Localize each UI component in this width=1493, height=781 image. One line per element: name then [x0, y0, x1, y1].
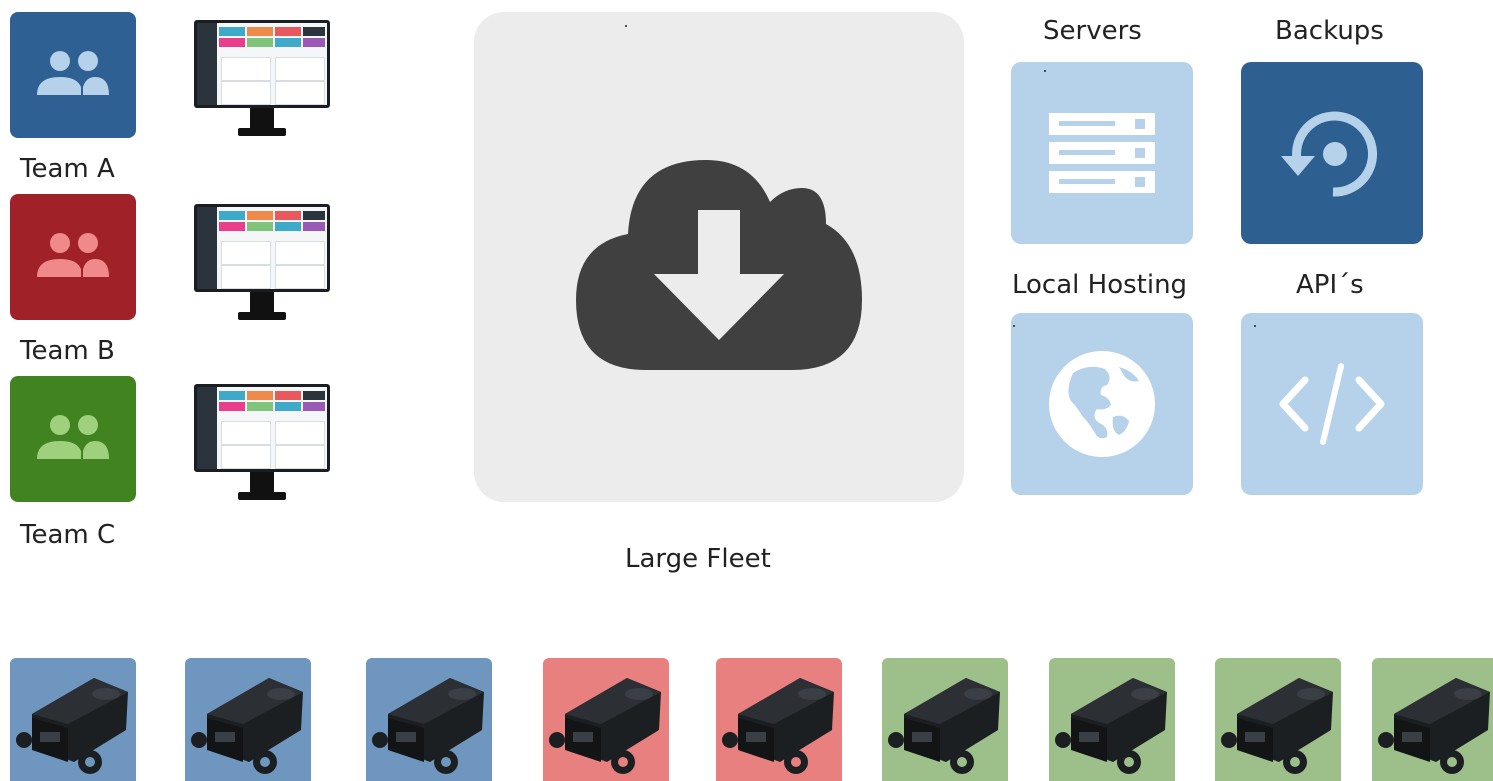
dashboard-monitor-b [194, 204, 330, 322]
group-icon [37, 233, 109, 277]
local-hosting-label: Local Hosting [1012, 270, 1188, 300]
team-c-label: Team C [20, 520, 116, 550]
server-icon [1049, 113, 1155, 193]
device-tile [366, 658, 492, 781]
tracker-device-icon [372, 678, 484, 774]
servers-label: Servers [1043, 16, 1142, 46]
dashboard-monitor-a [194, 20, 330, 138]
tracker-device-icon [16, 678, 128, 774]
backups-tile [1241, 62, 1423, 244]
group-icon [37, 415, 109, 459]
device-tile [1049, 658, 1175, 781]
team-b-label: Team B [20, 336, 115, 366]
globe-icon [1049, 351, 1155, 457]
team-a-tile [10, 12, 136, 138]
team-c-tile [10, 376, 136, 502]
device-tile [882, 658, 1008, 781]
tracker-device-icon [1055, 678, 1167, 774]
tracker-device-icon [191, 678, 303, 774]
cloud-panel [474, 12, 964, 502]
code-icon [1279, 363, 1385, 445]
tracker-device-icon [888, 678, 1000, 774]
device-tile [1372, 658, 1493, 781]
restore-icon [1281, 111, 1378, 197]
team-b-tile [10, 194, 136, 320]
tracker-device-icon [1378, 678, 1490, 774]
dashboard-monitor-c [194, 384, 330, 502]
device-tile [543, 658, 669, 781]
device-tile [1215, 658, 1341, 781]
apis-tile [1241, 313, 1423, 495]
tracker-device-icon [722, 678, 834, 774]
servers-tile [1011, 62, 1193, 244]
apis-label: API´s [1296, 270, 1364, 300]
device-tile [716, 658, 842, 781]
team-a-label: Team A [20, 154, 115, 184]
local-hosting-tile [1011, 313, 1193, 495]
large-fleet-label: Large Fleet [625, 544, 771, 574]
backups-label: Backups [1275, 16, 1384, 46]
tracker-device-icon [549, 678, 661, 774]
group-icon [37, 51, 109, 95]
device-tile [185, 658, 311, 781]
device-tile [10, 658, 136, 781]
cloud-download-icon [576, 160, 862, 370]
tracker-device-icon [1221, 678, 1333, 774]
